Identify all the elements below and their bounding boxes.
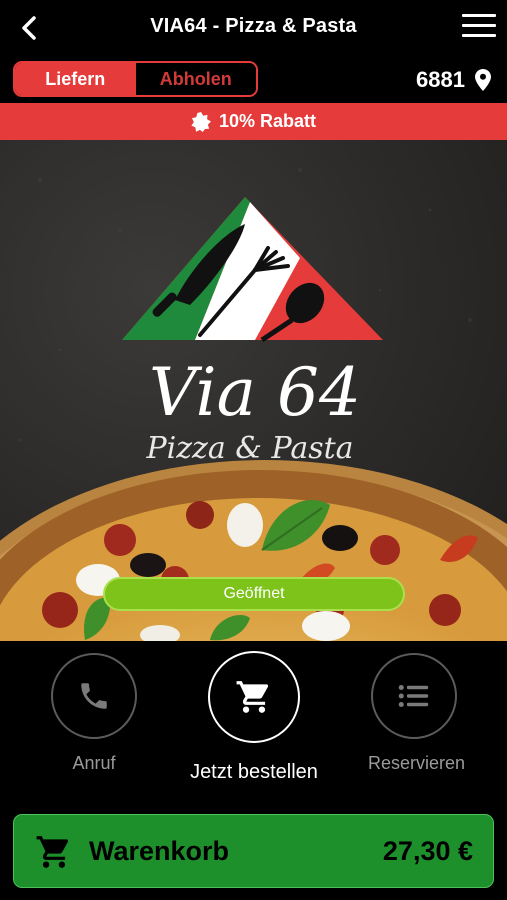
order-mode-bar: Liefern Abholen 6881: [0, 56, 507, 102]
restaurant-hero-image: Via 64 Pizza & Pasta: [0, 159, 507, 641]
hamburger-menu-icon: [462, 14, 496, 17]
discount-banner[interactable]: 10% Rabatt: [0, 103, 507, 140]
call-button[interactable]: [51, 653, 137, 739]
order-action[interactable]: Jetzt bestellen: [190, 651, 318, 784]
shopping-cart-icon: [236, 681, 269, 713]
via64-logo: [122, 197, 383, 343]
reserve-action[interactable]: Reservieren: [368, 653, 466, 774]
action-row: Anruf Jetzt bestellen Reservieren: [0, 641, 507, 811]
menu-button[interactable]: [462, 14, 496, 42]
shopping-cart-icon: [36, 836, 69, 868]
cart-label: Warenkorb: [89, 836, 230, 866]
call-label: Anruf: [72, 753, 116, 773]
delivery-mode-toggle: Liefern Abholen: [13, 61, 258, 97]
cart-total: 27,30 €: [382, 836, 473, 866]
delivery-tab[interactable]: Liefern: [15, 63, 136, 95]
page-title: VIA64 - Pizza & Pasta: [150, 15, 357, 37]
reserve-button[interactable]: [371, 653, 457, 739]
order-label: Jetzt bestellen: [190, 761, 318, 783]
reserve-label: Reservieren: [368, 753, 466, 773]
badge-star-icon: [191, 111, 211, 132]
call-action[interactable]: Anruf: [50, 653, 138, 774]
cart-button[interactable]: Warenkorb 27,30 €: [13, 814, 494, 888]
location-selector[interactable]: 6881: [416, 67, 491, 93]
pickup-tab[interactable]: Abholen: [135, 63, 256, 95]
hero-banner: Via 64 Pizza & Pasta Geöffnet: [0, 140, 507, 641]
logo-wordmark: Via 64: [149, 354, 361, 431]
phone-icon: [81, 683, 107, 709]
list-icon: [398, 684, 429, 708]
map-pin-icon: [475, 69, 491, 91]
order-button[interactable]: [208, 651, 300, 743]
postcode: 6881: [416, 67, 465, 92]
status-badge: Geöffnet: [103, 577, 405, 611]
logo-tagline: Pizza & Pasta: [145, 431, 353, 466]
discount-label: 10% Rabatt: [218, 111, 317, 131]
top-bar: VIA64 - Pizza & Pasta: [0, 0, 507, 56]
